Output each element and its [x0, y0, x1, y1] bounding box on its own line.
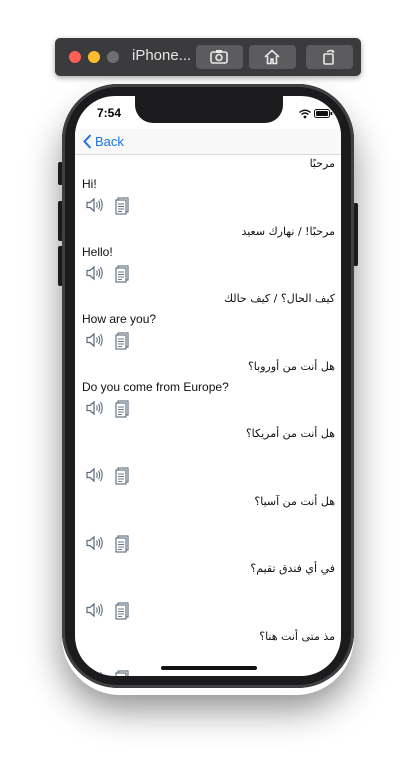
speaker-icon [86, 332, 103, 348]
simulator-toolbar: iPhone... [55, 38, 361, 76]
arabic-text: مذ متى أنت هنا؟ [259, 629, 335, 643]
arabic-text: مرحبًا [309, 157, 335, 170]
arabic-text: مرحبًا! / نهارك سعيد [241, 224, 335, 238]
phone-screen: 7:54 Back مرحبًا Hi! مرحبًا! / نهارك سعيد H… [75, 96, 341, 676]
play-audio-button[interactable] [85, 197, 105, 217]
back-label: Back [95, 133, 124, 149]
status-icons [299, 109, 333, 119]
arabic-text: كيف الحال؟ / كيف حالك [223, 292, 335, 305]
phrase-row: هل أنت من أمريكا؟ [75, 425, 341, 493]
back-button[interactable]: Back [83, 132, 124, 150]
zoom-window-button[interactable] [107, 51, 119, 63]
english-text: Hello! [82, 244, 113, 259]
copy-button[interactable] [115, 399, 130, 422]
copy-button[interactable] [115, 467, 130, 489]
notch [135, 96, 283, 123]
phrase-row: هل أنت من أوروبا؟ Do you come from Europe… [75, 358, 341, 426]
speaker-icon [86, 197, 103, 213]
phrase-row: كيف الحال؟ / كيف حالك How are you? [75, 290, 341, 358]
document-icon [115, 332, 129, 350]
speaker-icon [86, 400, 103, 415]
arabic-text: هل أنت من آسيا؟ [254, 494, 335, 508]
play-audio-button[interactable] [85, 265, 105, 285]
english-text: Do you come from Europe? [82, 379, 229, 394]
document-icon [115, 197, 129, 215]
arabic-text: هل أنت من أمريكا؟ [245, 427, 335, 440]
copy-button[interactable] [115, 602, 130, 624]
chevron-left-icon [83, 133, 92, 149]
rotate-button[interactable] [306, 45, 353, 69]
english-text: Hi! [82, 177, 97, 191]
document-icon [115, 534, 129, 553]
home-indicator [161, 666, 257, 670]
copy-button[interactable] [115, 264, 130, 287]
copy-button[interactable] [115, 669, 130, 676]
document-icon [115, 467, 129, 485]
document-icon [115, 602, 129, 620]
play-audio-button[interactable] [85, 535, 105, 555]
speaker-icon [86, 265, 103, 280]
rotate-icon [323, 49, 335, 65]
phrase-row: مرحبًا Hi! [75, 155, 341, 223]
copy-button[interactable] [115, 534, 130, 557]
navigation-bar: Back [75, 129, 341, 155]
speaker-icon [86, 670, 103, 676]
battery-icon [314, 109, 333, 118]
phrase-row: هل أنت من آسيا؟ [75, 493, 341, 561]
screenshot-button[interactable] [196, 45, 243, 69]
play-audio-button[interactable] [85, 467, 105, 487]
minimize-window-button[interactable] [88, 51, 100, 63]
home-icon [264, 49, 280, 65]
play-audio-button[interactable] [85, 602, 105, 622]
close-window-button[interactable] [69, 51, 81, 63]
speaker-icon [86, 467, 103, 483]
play-audio-button[interactable] [85, 400, 105, 420]
phrase-row: مرحبًا! / نهارك سعيد Hello! [75, 223, 341, 291]
speaker-icon [86, 602, 103, 618]
document-icon [115, 669, 129, 676]
arabic-text: هل أنت من أوروبا؟ [247, 359, 335, 373]
camera-icon [210, 50, 228, 64]
play-audio-button[interactable] [85, 332, 105, 352]
copy-button[interactable] [115, 332, 130, 354]
english-text: How are you? [82, 312, 157, 326]
simulator-title: iPhone... [132, 47, 192, 64]
speaker-icon [86, 535, 103, 550]
home-button[interactable] [249, 45, 296, 69]
copy-button[interactable] [115, 197, 130, 219]
status-time: 7:54 [97, 106, 122, 120]
arabic-text: في أي فندق تقيم؟ [250, 562, 335, 575]
phrase-list: مرحبًا Hi! مرحبًا! / نهارك سعيد Hello! كيف ا… [75, 155, 341, 676]
phrase-row: في أي فندق تقيم؟ [75, 560, 341, 628]
play-audio-button[interactable] [85, 670, 105, 676]
wifi-icon [299, 109, 311, 119]
document-icon [115, 399, 129, 418]
document-icon [115, 264, 129, 283]
